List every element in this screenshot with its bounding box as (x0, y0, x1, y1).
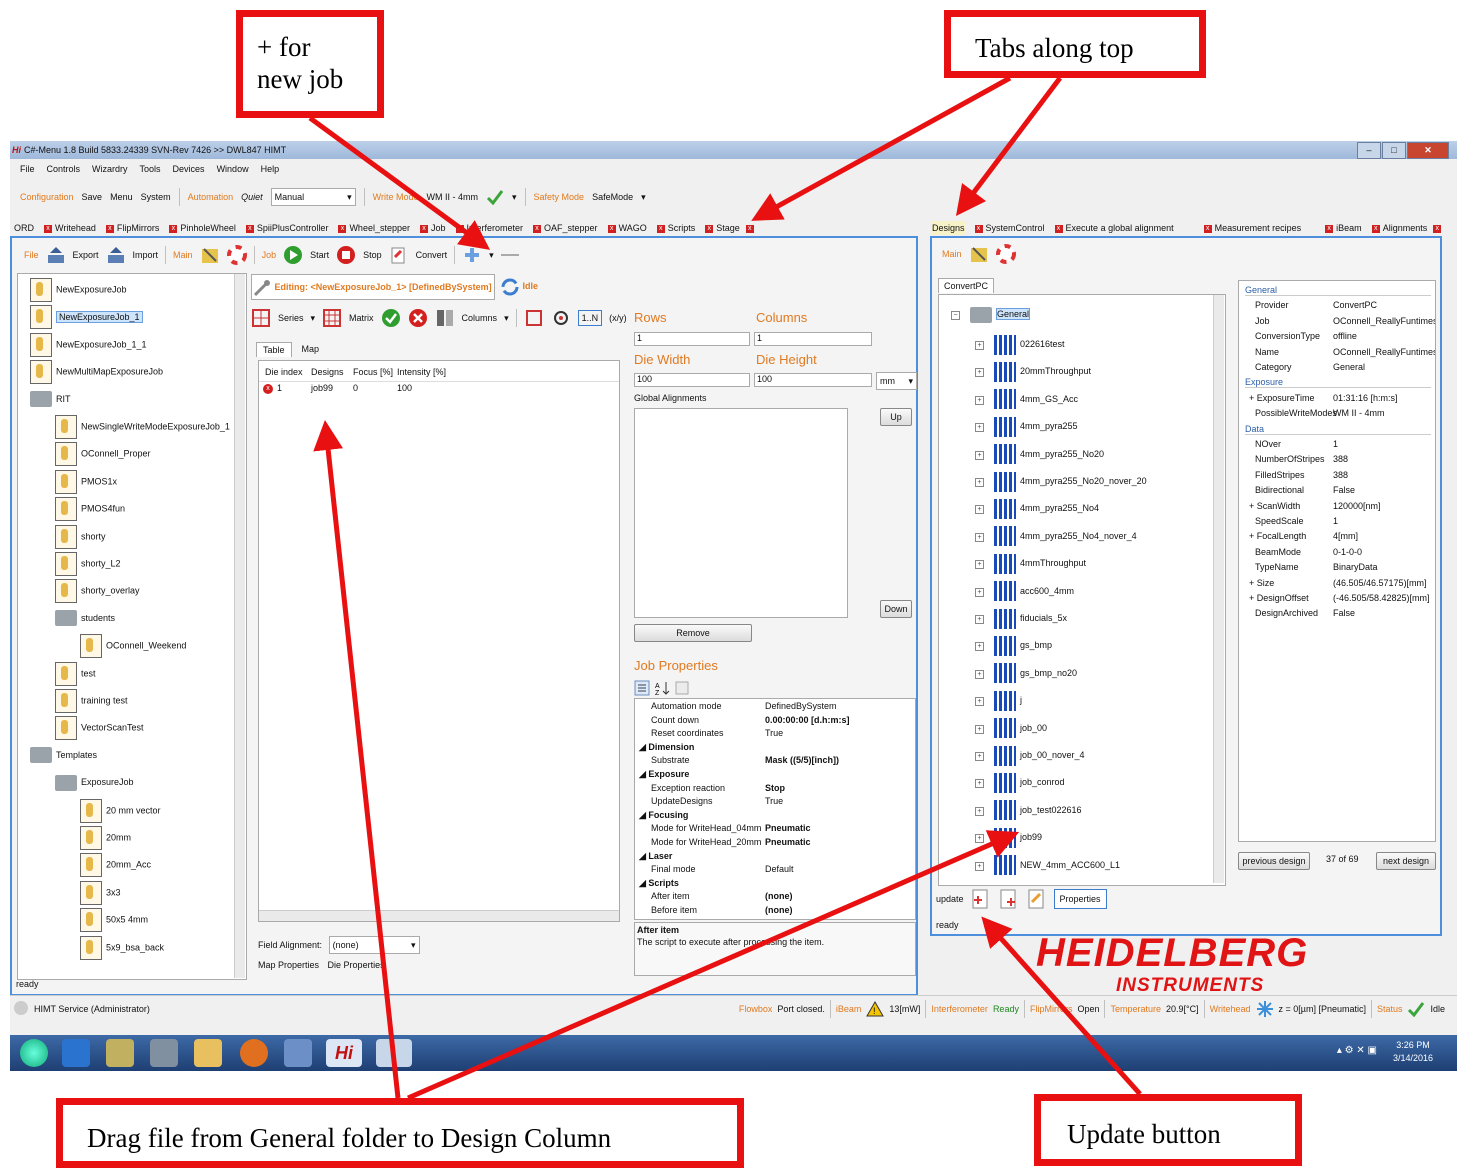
arrow-general-folder (407, 830, 1020, 1101)
arrow-design-column (313, 420, 401, 1099)
annotation-arrows (308, 75, 1142, 1101)
arrow-new-job (308, 115, 491, 250)
arrow-update-button (981, 916, 1142, 1096)
